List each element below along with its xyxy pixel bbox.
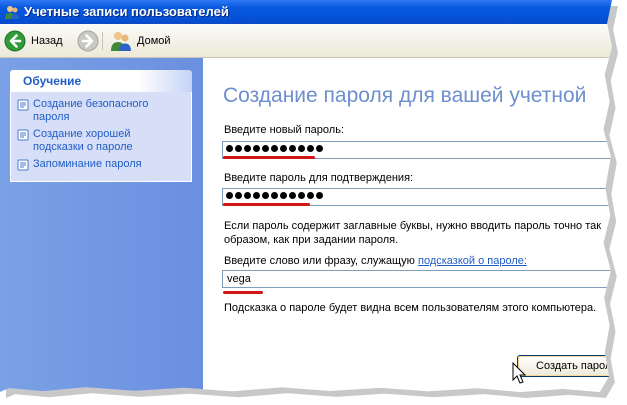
confirm-password-dots (226, 192, 323, 199)
forward-arrow-icon (77, 30, 99, 52)
password-mask-dot (289, 192, 296, 199)
password-mask-dot (262, 192, 269, 199)
confirm-password-label: Введите пароль для подтверждения: (224, 172, 414, 184)
password-mask-dot (271, 192, 278, 199)
password-hint-input[interactable]: vega (222, 270, 612, 288)
sidebar-item-remember-password[interactable]: Запоминание пароля (15, 158, 187, 171)
password-mask-dot (307, 192, 314, 199)
caps-note-line1: Если пароль содержит заглавные буквы, ну… (224, 220, 602, 232)
panel-title: Обучение (23, 74, 82, 88)
password-mask-dot (289, 145, 296, 152)
back-label: Назад (31, 35, 63, 47)
password-mask-dot (253, 192, 260, 199)
task-pane: Обучение Создание безопасного пароля Соз… (0, 58, 203, 392)
password-mask-dot (235, 145, 242, 152)
sidebar-item-good-hint[interactable]: Создание хорошей подсказки о пароле (15, 128, 187, 154)
user-accounts-icon (5, 6, 19, 19)
back-arrow-icon (4, 30, 26, 52)
help-topic-icon (17, 129, 29, 141)
create-password-button[interactable]: Создать пароль (517, 355, 612, 377)
help-topic-icon (17, 99, 29, 111)
red-annotation-underline (223, 203, 310, 206)
forward-button[interactable] (77, 29, 99, 53)
sidebar-item-label-line1: Создание безопасного (33, 98, 149, 110)
main-content: Создание пароля для вашей учетной Введит… (203, 58, 612, 392)
sidebar-item-label-line2: подсказки о пароле (33, 141, 133, 153)
red-annotation-underline (223, 291, 263, 294)
panel-header[interactable]: Обучение (10, 70, 192, 92)
caps-note: Если пароль содержит заглавные буквы, ну… (224, 219, 601, 247)
password-hint-value: vega (227, 273, 251, 285)
page-title: Создание пароля для вашей учетной (223, 84, 587, 107)
sidebar-item-label-line2: пароля (33, 111, 70, 123)
mouse-cursor-icon (512, 362, 527, 384)
password-mask-dot (235, 192, 242, 199)
learn-about-panel: Обучение Создание безопасного пароля Соз… (10, 70, 192, 182)
sidebar-item-label: Создание безопасного пароля (33, 98, 148, 124)
red-annotation-underline (223, 156, 315, 159)
hint-help-link[interactable]: подсказкой о пароле: (418, 255, 527, 267)
home-button[interactable]: Домой (110, 29, 171, 53)
create-password-button-label: Создать пароль (536, 360, 612, 372)
password-mask-dot (316, 145, 323, 152)
back-button[interactable]: Назад (4, 29, 63, 53)
hint-note: Подсказка о пароле будет видна всем поль… (224, 302, 597, 314)
sidebar-item-label: Запоминание пароля (33, 158, 142, 170)
password-mask-dot (244, 192, 251, 199)
toolbar: Назад Домой (0, 24, 612, 58)
toolbar-separator (102, 32, 103, 50)
hint-label-text: Введите слово или фразу, служащую (224, 255, 418, 267)
panel-body: Создание безопасного пароля Создание хор… (10, 92, 192, 182)
password-mask-dot (262, 145, 269, 152)
caps-note-line2: образом, как при задании пароля. (224, 234, 399, 246)
password-mask-dot (226, 145, 233, 152)
password-mask-dot (253, 145, 260, 152)
title-bar[interactable]: Учетные записи пользователей (0, 0, 612, 24)
password-mask-dot (226, 192, 233, 199)
password-mask-dot (316, 192, 323, 199)
sidebar-item-secure-password[interactable]: Создание безопасного пароля (15, 98, 187, 124)
password-mask-dot (280, 145, 287, 152)
home-label: Домой (137, 35, 171, 47)
password-mask-dot (280, 192, 287, 199)
password-mask-dot (307, 145, 314, 152)
user-accounts-window: Учетные записи пользователей Назад Домой… (0, 0, 612, 392)
help-topic-icon (17, 159, 29, 171)
hint-label: Введите слово или фразу, служащую подска… (224, 255, 527, 267)
sidebar-item-label-line1: Создание хорошей (33, 128, 131, 140)
users-home-icon (111, 32, 131, 51)
new-password-label: Введите новый пароль: (224, 124, 345, 136)
password-mask-dot (271, 145, 278, 152)
password-mask-dot (244, 145, 251, 152)
password-mask-dot (298, 145, 305, 152)
new-password-dots (226, 145, 323, 152)
sidebar-item-label: Создание хорошей подсказки о пароле (33, 128, 133, 154)
password-mask-dot (298, 192, 305, 199)
window-title: Учетные записи пользователей (24, 4, 229, 19)
